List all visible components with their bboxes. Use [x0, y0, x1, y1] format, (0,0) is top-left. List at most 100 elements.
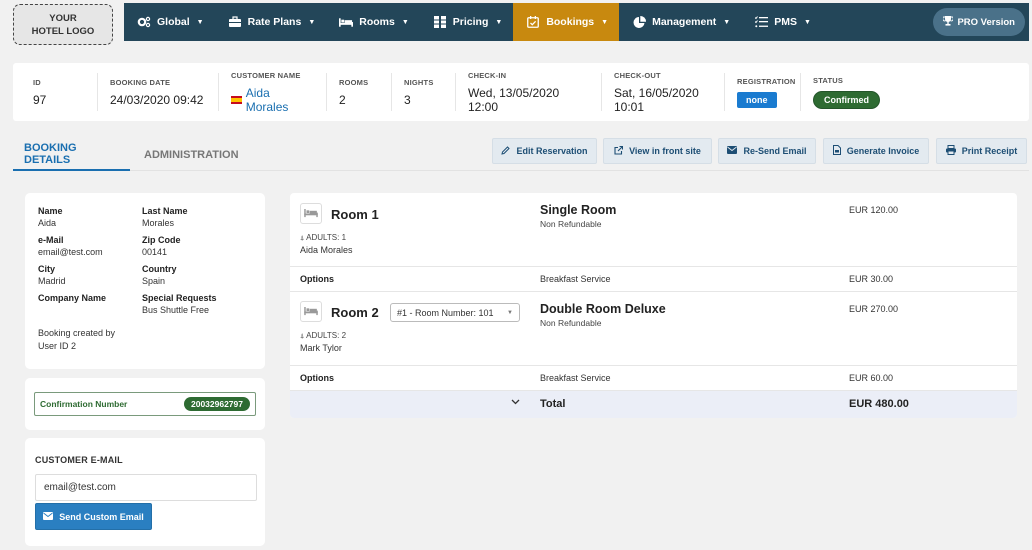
summary-rooms: ROOMS 2 [326, 73, 391, 111]
pie-chart-icon [632, 15, 646, 28]
country-label: Country [142, 264, 177, 274]
zip-code-value: 00141 [142, 247, 168, 257]
email-label: e-Mail [38, 235, 64, 245]
guest-name: Aida Morales [300, 245, 353, 255]
nav-management[interactable]: Management ▼ [619, 3, 741, 41]
edit-reservation-label: Edit Reservation [516, 146, 588, 156]
company-name-label: Company Name [38, 293, 107, 303]
envelope-icon [43, 511, 54, 522]
nav-pricing[interactable]: Pricing ▼ [420, 3, 514, 41]
registration-badge[interactable]: none [737, 91, 777, 108]
country-value: Spain [142, 276, 166, 286]
city-label: City [38, 264, 56, 274]
option-price: EUR 60.00 [849, 373, 894, 383]
room-price: EUR 270.00 [849, 304, 899, 314]
rate-policy: Non Refundable [540, 219, 602, 229]
nights-label: NIGHTS [404, 77, 434, 87]
summary-registration: REGISTRATION none [724, 73, 800, 111]
hotel-logo[interactable]: YOUR HOTEL LOGO [13, 4, 113, 45]
options-row: Options Breakfast Service EUR 30.00 [290, 266, 1017, 292]
tab-administration[interactable]: ADMINISTRATION [144, 138, 239, 171]
nav-pms[interactable]: PMS ▼ [741, 3, 822, 41]
view-front-site-label: View in front site [629, 146, 701, 156]
briefcase-icon [228, 16, 242, 28]
nav-management-label: Management [652, 16, 717, 28]
rooms-label: ROOMS [339, 77, 369, 87]
summary-customer: CUSTOMER NAME Aida Morales [218, 71, 326, 114]
room-name: Room 1 [331, 207, 379, 222]
summary-id: ID 97 [33, 73, 97, 111]
generate-invoice-button[interactable]: Generate Invoice [823, 138, 929, 164]
gears-icon [137, 16, 151, 28]
adults-count: ⍋ ADULTS: 1 [300, 233, 346, 243]
edit-reservation-button[interactable]: Edit Reservation [492, 138, 597, 164]
logo-line-2: HOTEL LOGO [31, 25, 95, 37]
last-name-label: Last Name [142, 206, 188, 216]
email-value: email@test.com [38, 247, 103, 257]
registration-label: REGISTRATION [737, 76, 796, 86]
print-receipt-button[interactable]: Print Receipt [936, 138, 1027, 164]
calendar-check-icon [526, 16, 540, 28]
confirmation-card: Confirmation Number 20032962797 [25, 378, 265, 430]
nav-bookings[interactable]: Bookings ▼ [513, 3, 620, 41]
nights-value: 3 [404, 92, 411, 107]
summary-status: STATUS Confirmed [800, 73, 900, 111]
summary-checkin: CHECK-IN Wed, 13/05/2020 12:00 [455, 71, 601, 114]
room-type: Double Room Deluxe [540, 302, 666, 316]
summary-booking-date: BOOKING DATE 24/03/2020 09:42 [97, 73, 218, 111]
last-name-value: Morales [142, 218, 175, 228]
pencil-icon [501, 145, 511, 157]
chevron-down-icon[interactable] [511, 397, 520, 408]
booking-date-label: BOOKING DATE [110, 77, 171, 87]
caret-down-icon: ▼ [723, 18, 731, 26]
room-type: Single Room [540, 203, 617, 217]
option-value: Breakfast Service [540, 373, 611, 383]
bed-icon [300, 301, 322, 322]
customer-info-card: Name Aida Last Name Morales e-Mail email@te… [25, 193, 265, 369]
nav-global[interactable]: Global ▼ [124, 3, 215, 41]
pro-version-label: PRO Version [957, 16, 1015, 28]
view-front-site-button[interactable]: View in front site [603, 138, 712, 164]
tab-booking-details[interactable]: BOOKING DETAILS [13, 138, 130, 171]
customer-email-title: CUSTOMER E-MAIL [35, 455, 123, 465]
list-check-icon [754, 16, 768, 28]
nav-rooms-label: Rooms [359, 16, 395, 28]
nav-pms-label: PMS [774, 16, 797, 28]
send-custom-email-button[interactable]: Send Custom Email [35, 503, 152, 530]
room-number-select[interactable]: #1 - Room Number: 101 ▼ [390, 303, 520, 322]
id-value: 97 [33, 92, 47, 107]
room-name: Room 2 [331, 305, 379, 320]
created-by-line-1: Booking created by [38, 328, 116, 338]
pro-version-button[interactable]: PRO Version [933, 8, 1025, 36]
room-price: EUR 120.00 [849, 205, 899, 215]
created-by-line-2: User ID 2 [38, 341, 77, 351]
external-link-icon [614, 145, 624, 157]
nav-global-label: Global [157, 16, 190, 28]
main-nav: Global ▼ Rate Plans ▼ Rooms ▼ Pricing ▼ Book… [124, 3, 1029, 41]
print-receipt-label: Print Receipt [961, 146, 1018, 156]
booking-summary: ID 97 BOOKING DATE 24/03/2020 09:42 CUST… [13, 63, 1029, 121]
adults-label: ADULTS: 2 [306, 331, 347, 340]
send-custom-email-label: Send Custom Email [59, 511, 144, 522]
rooms-table: Room 1 ⍋ ADULTS: 1 Aida Morales Single R… [290, 193, 1017, 418]
nav-rooms[interactable]: Rooms ▼ [326, 3, 420, 41]
first-name-label: Name [38, 206, 63, 216]
total-price: EUR 480.00 [849, 398, 909, 410]
generate-invoice-label: Generate Invoice [846, 146, 920, 156]
printer-icon [945, 145, 956, 157]
option-value: Breakfast Service [540, 274, 611, 284]
customer-email-card: CUSTOMER E-MAIL Send Custom Email [25, 438, 265, 546]
id-label: ID [33, 77, 41, 87]
total-row: Total EUR 480.00 [290, 391, 1017, 418]
nav-rate-plans[interactable]: Rate Plans ▼ [215, 3, 327, 41]
options-row: Options Breakfast Service EUR 60.00 [290, 365, 1017, 391]
summary-nights: NIGHTS 3 [391, 73, 455, 111]
customer-name-link[interactable]: Aida Morales [246, 86, 314, 114]
caret-down-icon: ▼ [495, 18, 503, 26]
customer-email-input[interactable] [35, 474, 257, 501]
trophy-icon [942, 15, 955, 29]
resend-email-button[interactable]: Re-Send Email [718, 138, 816, 164]
caret-down-icon: ▼ [507, 309, 513, 316]
caret-down-icon: ▼ [401, 18, 409, 26]
